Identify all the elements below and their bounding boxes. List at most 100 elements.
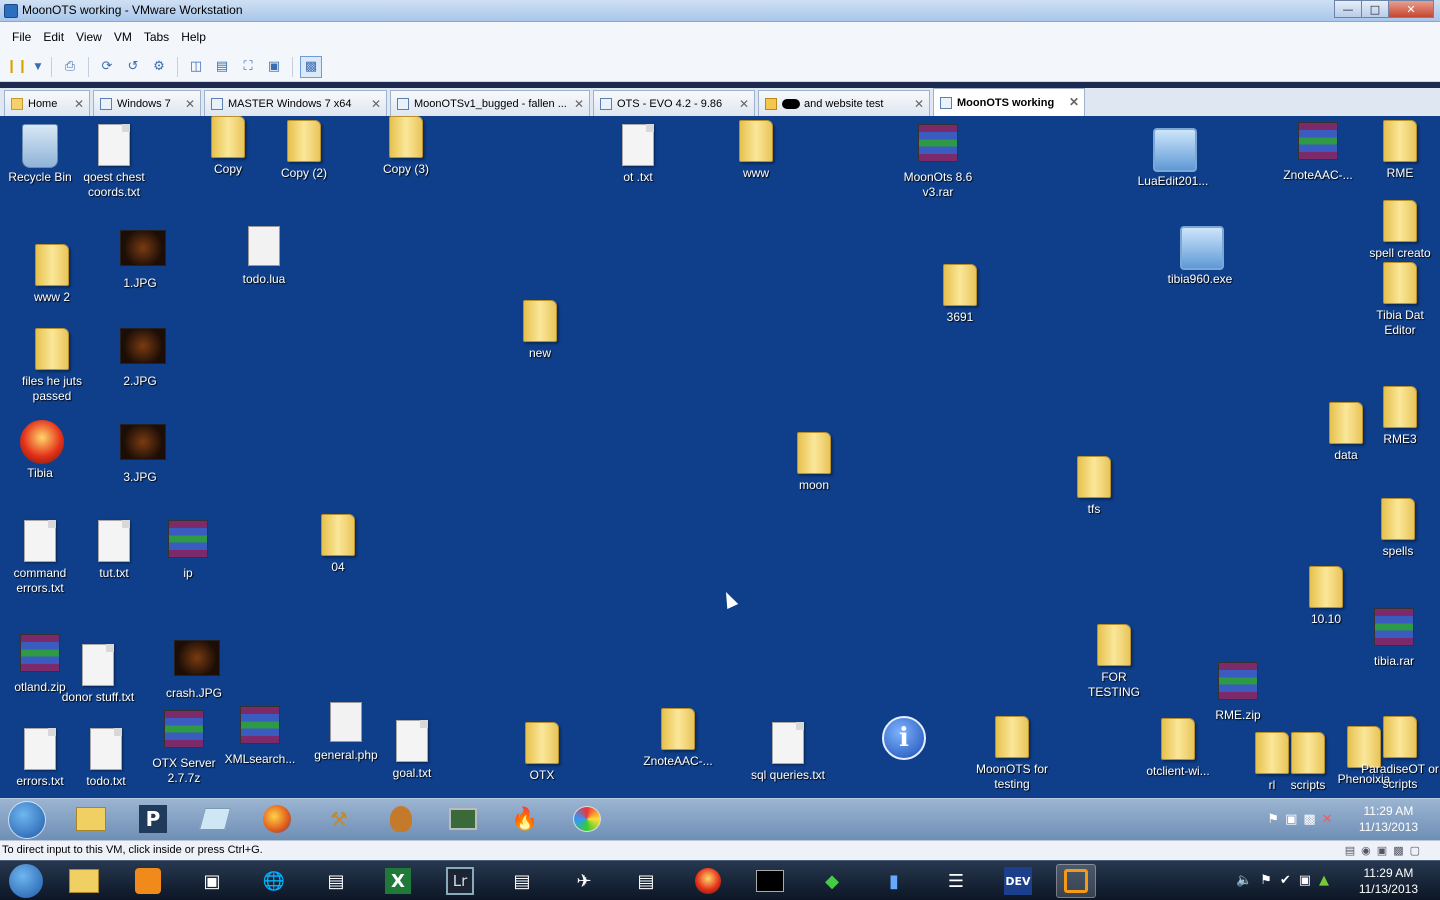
desktop-icon[interactable]: Copy (3) xyxy=(366,116,446,177)
show-library-icon[interactable]: ◫ xyxy=(185,56,207,78)
snapshot-icon[interactable]: ⟳ xyxy=(96,56,118,78)
paint-icon[interactable] xyxy=(570,803,604,835)
desktop-icon[interactable]: MoonOts 8.6 v3.rar xyxy=(898,124,978,200)
desktop-icon[interactable]: www 2 xyxy=(12,244,92,305)
desktop-icon[interactable]: ParadiseOT or scripts xyxy=(1360,716,1440,792)
flag-icon[interactable]: ⚑ xyxy=(1260,873,1272,888)
console-view-icon[interactable]: ▩ xyxy=(300,55,322,78)
devcpp-icon[interactable]: DEV xyxy=(998,864,1038,898)
bottle-icon[interactable]: ▮ xyxy=(874,864,914,898)
window-app-icon[interactable]: ▤ xyxy=(626,864,666,898)
desktop-icon[interactable]: OTX Server 2.7.7z xyxy=(144,710,224,786)
desktop-icon[interactable]: 2.JPG xyxy=(100,328,180,389)
desktop-icon[interactable]: goal.txt xyxy=(372,720,452,781)
desktop-icon[interactable]: 1.JPG xyxy=(100,230,180,291)
close-icon[interactable]: ✕ xyxy=(1069,95,1079,109)
chevron-down-icon[interactable]: ▼ xyxy=(32,56,44,78)
tools-icon[interactable]: ⚒ xyxy=(322,803,356,835)
full-screen-icon[interactable]: ⛶ xyxy=(237,56,259,78)
desktop-icon[interactable]: 3.JPG xyxy=(100,424,180,485)
explorer-icon[interactable] xyxy=(74,803,108,835)
desktop-icon[interactable]: ZnoteAAC-... xyxy=(638,708,718,769)
close-icon[interactable]: ✕ xyxy=(739,97,749,111)
menu-tabs[interactable]: Tabs xyxy=(138,30,175,44)
revert-snapshot-icon[interactable]: ↺ xyxy=(122,56,144,78)
desktop-icon[interactable]: moon xyxy=(774,432,854,493)
desktop-icon[interactable]: RME.zip xyxy=(1198,662,1278,723)
desktop-icon[interactable]: qoest chest coords.txt xyxy=(74,124,154,200)
desktop-icon[interactable]: Tibia Dat Editor xyxy=(1360,262,1440,338)
cd-drive-icon[interactable]: ◉ xyxy=(1361,844,1371,857)
globe-icon[interactable]: 🌐 xyxy=(254,864,294,898)
media-player-icon[interactable] xyxy=(128,864,168,898)
desktop-icon[interactable]: www xyxy=(716,120,796,181)
thumbnail-bar-icon[interactable]: ▤ xyxy=(211,56,233,78)
tab-ots-evo[interactable]: OTS - EVO 4.2 - 9.86 ✕ xyxy=(593,90,755,116)
desktop-icon[interactable]: 3691 xyxy=(920,264,1000,325)
action-center-icon[interactable]: ⚑ xyxy=(1267,812,1279,827)
desktop-icon[interactable]: otclient-wi... xyxy=(1138,718,1218,779)
close-icon[interactable]: ✕ xyxy=(574,97,584,111)
desktop-icon[interactable]: tfs xyxy=(1054,456,1134,517)
close-button[interactable]: ✕ xyxy=(1388,0,1434,18)
desktop-icon[interactable]: crash.JPG xyxy=(154,640,234,701)
send-ctrl-alt-del-icon[interactable]: ⎙ xyxy=(59,56,81,78)
tab-windows-7[interactable]: Windows 7 ✕ xyxy=(93,90,201,116)
desktop-icon[interactable]: donor stuff.txt xyxy=(58,644,138,705)
firefox-icon[interactable] xyxy=(260,803,294,835)
desktop-icon[interactable]: RME3 xyxy=(1360,386,1440,447)
close-icon[interactable]: ✕ xyxy=(185,97,195,111)
tab-moonotsv1-bugged[interactable]: MoonOTSv1_bugged - fallen ... ✕ xyxy=(390,90,590,116)
window-app-icon[interactable]: ▤ xyxy=(316,864,356,898)
network-icon[interactable]: ▣ xyxy=(1299,873,1311,888)
desktop-icon[interactable]: FOR TESTING xyxy=(1074,624,1154,700)
fire-icon[interactable]: 🔥 xyxy=(508,803,542,835)
desktop-icon[interactable]: command errors.txt xyxy=(0,520,80,596)
desktop-icon[interactable]: 04 xyxy=(298,514,378,575)
maximize-button[interactable]: □ xyxy=(1361,0,1389,18)
desktop-icon[interactable]: todo.lua xyxy=(224,226,304,287)
desktop-icon[interactable]: LuaEdit201... xyxy=(1133,128,1213,189)
menu-help[interactable]: Help xyxy=(175,30,212,44)
tab-website-test[interactable]: and website test ✕ xyxy=(758,90,930,116)
guest-desktop[interactable]: Recycle Bin qoest chest coords.txt Copy Cop… xyxy=(0,116,1440,798)
guest-clock[interactable]: 11:29 AM 11/13/2013 xyxy=(1359,803,1418,835)
desktop-icon[interactable]: sql queries.txt xyxy=(748,722,828,783)
window-app-icon[interactable]: ▤ xyxy=(502,864,542,898)
close-icon[interactable]: ✕ xyxy=(914,97,924,111)
message-log-icon[interactable]: ▢ xyxy=(1410,844,1420,857)
crystal-icon[interactable]: ◆ xyxy=(812,864,852,898)
close-icon[interactable]: ✕ xyxy=(371,97,381,111)
desktop-icon[interactable]: Tibia xyxy=(0,420,80,481)
unity-icon[interactable]: ▣ xyxy=(263,56,285,78)
lightroom-icon[interactable]: Lr xyxy=(440,864,480,898)
host-clock[interactable]: 11:29 AM 11/13/2013 xyxy=(1359,865,1418,897)
network-monitor-icon[interactable]: ▣ xyxy=(192,864,232,898)
desktop-icon[interactable]: i xyxy=(862,716,942,762)
menu-file[interactable]: File xyxy=(6,30,37,44)
usb-icon[interactable]: ▩ xyxy=(1393,844,1403,857)
desktop-icon[interactable]: ZnoteAAC-... xyxy=(1278,122,1358,183)
tab-home[interactable]: Home ✕ xyxy=(4,90,90,116)
desktop-icon[interactable]: OTX xyxy=(502,722,582,783)
desktop-icon[interactable]: tut.txt xyxy=(74,520,154,581)
desktop-icon[interactable]: files he juts passed xyxy=(12,328,92,404)
menu-view[interactable]: View xyxy=(70,30,108,44)
library-icon[interactable]: ☰ xyxy=(936,864,976,898)
desktop-icon[interactable]: MoonOTS for testing xyxy=(972,716,1052,792)
desktop-icon[interactable]: tibia.rar xyxy=(1354,608,1434,669)
tab-moonots-working[interactable]: MoonOTS working ✕ xyxy=(933,88,1085,116)
notepad-icon[interactable] xyxy=(198,803,232,835)
desktop-icon[interactable]: Recycle Bin xyxy=(0,124,80,185)
desktop-icon[interactable]: XMLsearch... xyxy=(220,706,300,767)
tab-master-windows-7-x64[interactable]: MASTER Windows 7 x64 ✕ xyxy=(204,90,387,116)
host-start-button[interactable] xyxy=(6,864,46,898)
nvidia-icon[interactable]: ▲ xyxy=(1319,873,1329,888)
host-explorer-icon[interactable] xyxy=(64,864,104,898)
desktop-icon[interactable]: RME xyxy=(1360,120,1440,181)
pause-icon[interactable]: ❙❙ xyxy=(6,56,28,78)
squirrel-icon[interactable] xyxy=(384,803,418,835)
tibia-icon[interactable] xyxy=(688,864,728,898)
snapshot-manager-icon[interactable]: ⚙ xyxy=(148,56,170,78)
hard-disk-icon[interactable]: ▤ xyxy=(1345,844,1355,857)
